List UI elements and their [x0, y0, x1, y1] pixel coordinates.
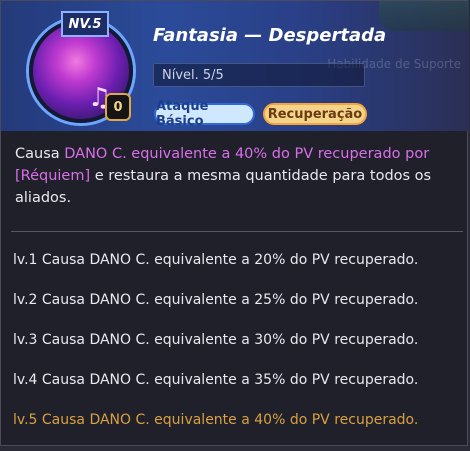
level-row-1: lv.1 Causa DANO C. equivalente a 20% do … [13, 252, 419, 268]
level-row-4: lv.4 Causa DANO C. equivalente a 35% do … [13, 372, 419, 388]
skill-tooltip-panel: Habilidade de Suporte ♫ NV.5 0 Fantasia … [0, 0, 469, 446]
level-list: lv.1 Causa DANO C. equivalente a 20% do … [13, 251, 453, 451]
tag-basic-attack: Ataque Básico [154, 99, 255, 129]
description-part-1: Causa [15, 146, 65, 162]
background-badge [379, 1, 469, 31]
skill-body: Causa DANO C. equivalente a 40% do PV re… [11, 135, 463, 443]
skill-slot-badge: 0 [105, 93, 131, 121]
skill-title: Fantasia — Despertada [153, 25, 387, 46]
level-row-3: lv.3 Causa DANO C. equivalente a 30% do … [13, 332, 419, 348]
level-row-5: lv.5 Causa DANO C. equivalente a 40% do … [13, 412, 419, 428]
level-row-2: lv.2 Causa DANO C. equivalente a 25% do … [13, 292, 419, 308]
tag-recovery: Recuperação [263, 103, 367, 125]
skill-description: Causa DANO C. equivalente a 40% do PV re… [15, 143, 445, 209]
skill-level-badge: NV.5 [61, 11, 109, 37]
skill-level-field: Nível. 5/5 [153, 63, 365, 87]
skill-header: Habilidade de Suporte ♫ NV.5 0 Fantasia … [1, 1, 469, 131]
divider [11, 231, 463, 232]
